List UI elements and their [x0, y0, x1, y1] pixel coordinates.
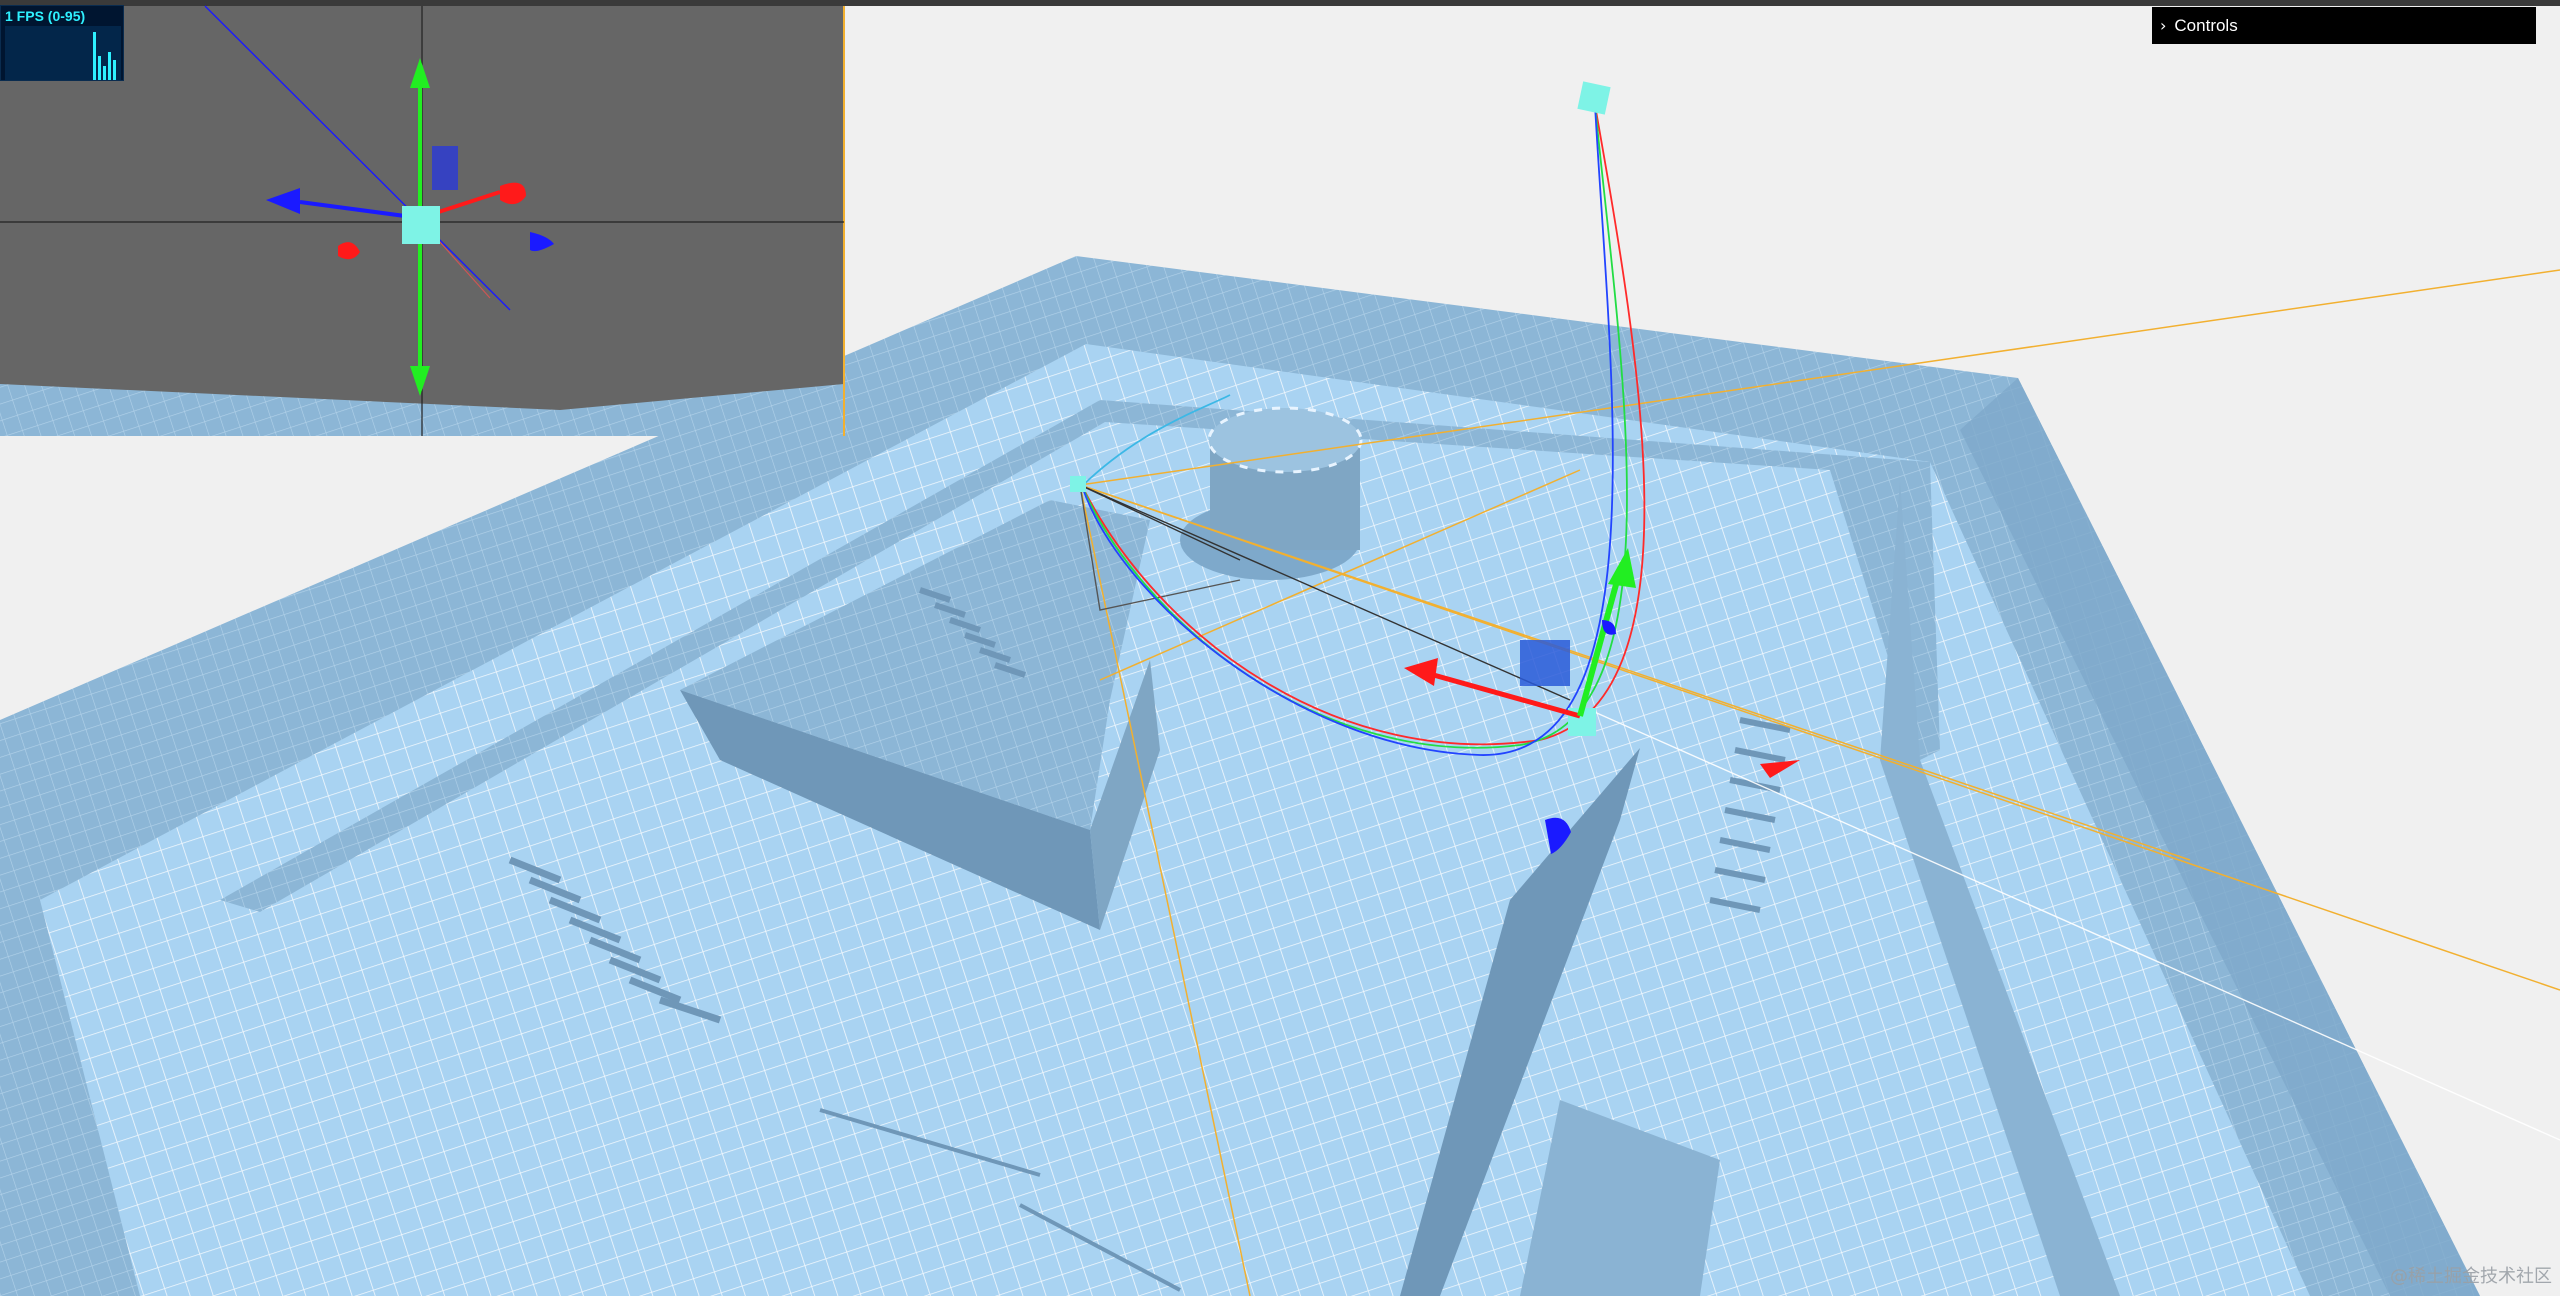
fps-stats-panel[interactable]: 1 FPS (0-95)	[0, 5, 124, 81]
control-point-left[interactable]	[1070, 476, 1086, 492]
chevron-right-icon: ›	[2160, 16, 2167, 35]
gizmo-plane-handle[interactable]	[1520, 640, 1570, 686]
control-point-top[interactable]	[1577, 81, 1611, 115]
fps-graph-bars	[93, 32, 116, 80]
fps-label: 1 FPS (0-95)	[5, 8, 86, 24]
fps-graph	[5, 26, 121, 80]
inset-camera-view	[0, 5, 845, 436]
controls-panel-toggle[interactable]: › Controls	[2152, 7, 2536, 44]
controls-title: Controls	[2174, 15, 2238, 35]
3d-viewport[interactable]	[0, 0, 2560, 1296]
watermark: @稀土掘金技术社区	[2390, 1266, 2552, 1287]
